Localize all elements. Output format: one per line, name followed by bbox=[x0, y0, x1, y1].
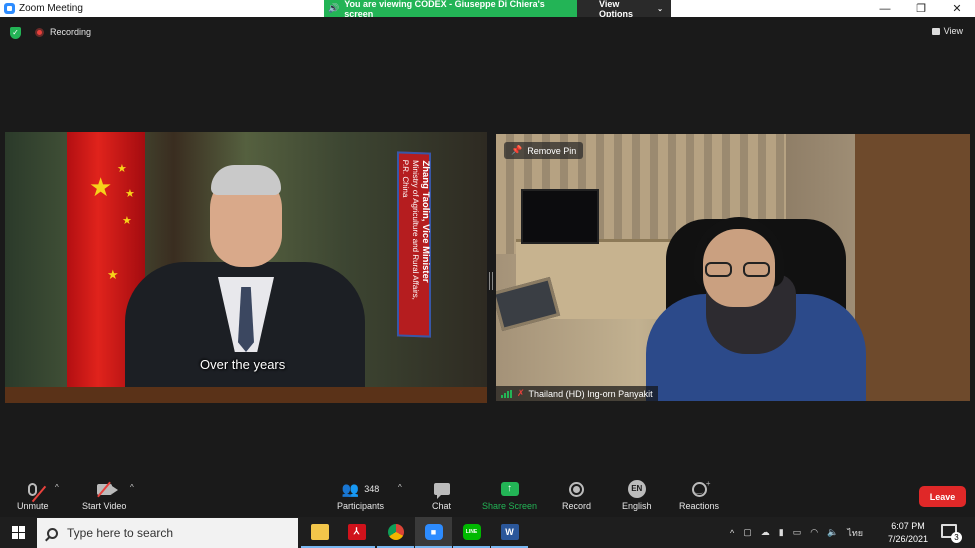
microphone-muted-icon bbox=[28, 482, 47, 502]
participant-name-tag: ✗ Thailand (HD) Ing-orn Panyakit bbox=[496, 386, 658, 401]
split-resize-handle[interactable] bbox=[489, 272, 493, 290]
acrobat-icon: ⅄ bbox=[347, 523, 366, 540]
record-button[interactable]: Record bbox=[562, 479, 591, 511]
glasses bbox=[705, 262, 773, 277]
language-icon: EN bbox=[627, 480, 646, 498]
video-options-caret[interactable]: ^ bbox=[130, 483, 134, 492]
smiley-icon: ‿ + bbox=[691, 479, 711, 497]
view-label: View bbox=[943, 26, 963, 36]
usb-drive-icon[interactable]: ▮ bbox=[779, 527, 784, 538]
system-tray: ^ ▢ ☁ ▮ ▭ ◠ 🔈 ไทย bbox=[730, 517, 863, 548]
video-caption: Over the years bbox=[200, 357, 286, 372]
view-options-button[interactable]: View Options ⌄ bbox=[577, 0, 671, 19]
audio-options-caret[interactable]: ^ bbox=[55, 483, 59, 492]
word-icon: W bbox=[500, 523, 519, 540]
speaker-nameplate: Zhang Taolin, Vice Minister Ministry of … bbox=[397, 151, 431, 338]
chevron-down-icon: ⌄ bbox=[657, 5, 663, 13]
participant-video[interactable]: 📌 Remove Pin ✗ Thailand (HD) Ing-orn Pan… bbox=[496, 134, 970, 401]
record-icon bbox=[569, 481, 584, 497]
taskbar-search[interactable] bbox=[37, 518, 298, 548]
taskbar-clock[interactable]: 6:07 PM 7/26/2021 bbox=[880, 520, 936, 546]
windows-logo-icon bbox=[11, 526, 25, 539]
participant-name: Thailand (HD) Ing-orn Panyakit bbox=[528, 388, 653, 399]
search-input[interactable] bbox=[67, 526, 287, 540]
meeting-toolbar: Unmute ^ Start Video ^ 👥 348 Participants… bbox=[0, 473, 975, 517]
view-options-label: View Options bbox=[599, 0, 633, 19]
file-explorer-app[interactable] bbox=[301, 517, 338, 548]
show-hidden-icons-caret[interactable]: ^ bbox=[730, 528, 734, 538]
chat-button[interactable]: Chat bbox=[432, 479, 451, 511]
nameplate-line2: Ministry of Agriculture and Rural Affair… bbox=[411, 159, 420, 301]
volume-icon[interactable]: 🔈 bbox=[827, 527, 838, 538]
line-icon: LINE bbox=[462, 523, 481, 540]
window-title: Zoom Meeting bbox=[19, 3, 83, 14]
search-icon bbox=[47, 527, 58, 539]
viewing-screen-text: You are viewing CODEX - Giuseppe Di Chie… bbox=[344, 0, 545, 19]
share-screen-button[interactable]: ↑ Share Screen bbox=[482, 479, 537, 511]
participants-options-caret[interactable]: ^ bbox=[398, 483, 402, 492]
minimize-button[interactable]: — bbox=[867, 0, 903, 17]
close-button[interactable]: ✕ bbox=[939, 0, 975, 17]
title-bar: Zoom Meeting 🔊 You are viewing CODEX - G… bbox=[0, 0, 975, 19]
acrobat-app[interactable]: ⅄ bbox=[338, 517, 375, 548]
clock-date: 7/26/2021 bbox=[887, 534, 929, 544]
wifi-icon[interactable]: ◠ bbox=[810, 527, 818, 538]
participants-icon: 👥 bbox=[341, 480, 360, 497]
video-camera-off-icon bbox=[96, 481, 118, 497]
onedrive-cloud-icon[interactable]: ☁ bbox=[761, 527, 770, 538]
restore-button[interactable]: ❐ bbox=[903, 0, 939, 17]
zoom-icon: ■ bbox=[424, 523, 443, 540]
television bbox=[521, 189, 599, 244]
start-video-button[interactable]: Start Video bbox=[82, 479, 126, 511]
windows-taskbar: ⅄ ■ LINE W ^ ▢ ☁ ▮ ▭ ◠ 🔈 ไทย 6:07 PM 7/2… bbox=[0, 517, 975, 548]
recording-icon bbox=[35, 28, 44, 37]
word-app[interactable]: W bbox=[491, 517, 528, 548]
reactions-button[interactable]: ‿ + Reactions bbox=[679, 479, 719, 512]
meeting-area: ✓ Recording View ★ ★ ★ ★ ★ Zhang Taolin,… bbox=[0, 17, 975, 517]
folder-icon bbox=[310, 523, 329, 540]
pin-icon: 📌 bbox=[511, 145, 523, 155]
language-button[interactable]: EN English bbox=[622, 479, 652, 511]
window-controls: — ❐ ✕ bbox=[867, 0, 975, 17]
input-language-indicator[interactable]: ไทย bbox=[847, 526, 863, 540]
zoom-app-icon bbox=[4, 3, 15, 14]
line-app[interactable]: LINE bbox=[453, 517, 490, 548]
clock-time: 6:07 PM bbox=[891, 521, 925, 531]
viewing-screen-notice: 🔊 You are viewing CODEX - Giuseppe Di Ch… bbox=[324, 0, 577, 19]
signal-bars-icon bbox=[501, 389, 513, 398]
chat-bubble-icon bbox=[433, 483, 450, 499]
recording-label[interactable]: Recording bbox=[50, 27, 91, 37]
security-shield-icon[interactable]: ✓ bbox=[10, 27, 21, 39]
speaker-icon: 🔊 bbox=[328, 3, 340, 13]
screen-share-banner: 🔊 You are viewing CODEX - Giuseppe Di Ch… bbox=[324, 0, 671, 19]
share-screen-icon: ↑ bbox=[500, 482, 519, 496]
nameplate-line3: P.R. China bbox=[401, 159, 410, 198]
remove-pin-label: Remove Pin bbox=[527, 145, 577, 156]
chrome-icon bbox=[387, 523, 404, 540]
grid-view-icon bbox=[931, 27, 940, 35]
muted-mic-icon: ✗ bbox=[517, 388, 525, 398]
start-button[interactable] bbox=[0, 517, 36, 548]
zoom-app[interactable]: ■ bbox=[415, 517, 452, 548]
view-button[interactable]: View bbox=[931, 26, 963, 36]
unmute-button[interactable]: Unmute bbox=[17, 479, 49, 511]
nameplate-name: Zhang Taolin, Vice Minister bbox=[420, 160, 431, 283]
battery-icon[interactable]: ▭ bbox=[793, 527, 802, 538]
notification-count-badge: 3 bbox=[951, 532, 962, 543]
chrome-app[interactable] bbox=[377, 517, 414, 548]
participants-count: 348 bbox=[364, 484, 380, 494]
remove-pin-button[interactable]: 📌 Remove Pin bbox=[504, 142, 584, 159]
shared-screen-video[interactable]: ★ ★ ★ ★ ★ Zhang Taolin, Vice Minister Mi… bbox=[5, 132, 487, 403]
participants-button[interactable]: 👥 348 Participants bbox=[337, 479, 384, 512]
desk bbox=[5, 387, 487, 403]
meet-now-icon[interactable]: ▢ bbox=[743, 527, 752, 538]
leave-button[interactable]: Leave bbox=[919, 486, 966, 507]
